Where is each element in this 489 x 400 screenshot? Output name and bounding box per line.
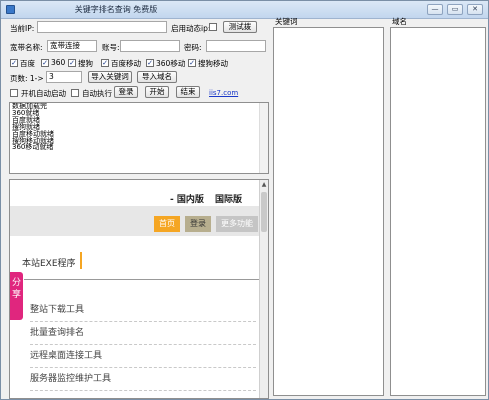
menu-item-site-download[interactable]: 整站下载工具 <box>30 299 256 322</box>
nav-domestic[interactable]: - 国内版 <box>170 192 204 205</box>
keywords-panel[interactable] <box>273 27 384 396</box>
share-tab[interactable]: 分享 <box>10 272 23 320</box>
engine-360-mobile-label: 360移动 <box>156 59 186 68</box>
engine-sogou-mobile-checkbox[interactable]: ✓ <box>188 59 196 67</box>
dynamic-ip-label: 启用动态ip: <box>171 24 211 33</box>
tab-login[interactable]: 登录 <box>185 216 211 232</box>
start-button[interactable]: 开始 <box>145 86 169 98</box>
site-program-heading: 本站EXE程序 <box>22 259 76 269</box>
embedded-browser: - 国内版 国际版 首页 登录 更多功能 本站EXE程序 分享 整站下载工具 批… <box>9 179 269 399</box>
account-label: 账号: <box>102 43 120 52</box>
tab-more[interactable]: 更多功能 <box>216 216 258 232</box>
engine-sogou-mobile-label: 搜狗移动 <box>198 59 228 68</box>
stop-button[interactable]: 结束 <box>176 86 200 98</box>
browser-scrollbar[interactable]: ▲ <box>259 180 268 398</box>
scroll-up-icon[interactable]: ▲ <box>260 181 268 190</box>
keywords-header: 关键词 <box>275 17 298 26</box>
tab-home[interactable]: 首页 <box>154 216 180 232</box>
test-dial-button[interactable]: 测试拨 <box>223 21 257 33</box>
scroll-thumb[interactable] <box>261 192 267 232</box>
account-field[interactable] <box>120 40 180 52</box>
engine-baidu-mobile-checkbox[interactable]: ✓ <box>101 59 109 67</box>
autostart-checkbox[interactable] <box>10 89 18 97</box>
dynamic-ip-checkbox[interactable] <box>209 23 217 31</box>
window-title: 关键字排名查询 免费版 <box>74 5 158 14</box>
nav-international[interactable]: 国际版 <box>215 192 242 205</box>
broadband-label: 宽带名称: <box>10 43 43 52</box>
main-window: 关键字排名查询 免费版 — ▭ ✕ 当前IP: 启用动态ip: 测试拨 宽带名称… <box>0 0 489 400</box>
pages-field[interactable]: 3 <box>46 71 82 83</box>
password-field[interactable] <box>206 40 266 52</box>
autorun-checkbox[interactable] <box>71 89 79 97</box>
engine-baidu-mobile-label: 百度移动 <box>111 59 141 68</box>
log-line: 360就绪 <box>12 108 40 117</box>
restore-button[interactable]: ▭ <box>447 4 463 15</box>
engine-sogou-checkbox[interactable]: ✓ <box>68 59 76 67</box>
engine-baidu-label: 百度 <box>20 59 35 68</box>
autostart-label: 开机自动启动 <box>21 89 66 98</box>
log-scrollbar[interactable] <box>259 103 268 173</box>
nav-band: 首页 登录 更多功能 <box>10 206 260 236</box>
domains-panel[interactable] <box>390 27 486 396</box>
close-button[interactable]: ✕ <box>467 4 483 15</box>
password-label: 密码: <box>184 43 202 52</box>
login-button[interactable]: 登录 <box>114 86 138 98</box>
import-domains-button[interactable]: 导入域名 <box>137 71 177 83</box>
pages-label: 页数: 1-> <box>10 74 44 83</box>
log-output[interactable]: 数据加载完 360就绪 百度就绪 搜狗就绪 百度移动就绪 搜狗移动就绪 360移… <box>9 102 269 174</box>
heading-marker <box>80 252 82 269</box>
autorun-label: 自动执行 <box>82 89 112 98</box>
domains-header: 域名 <box>392 17 407 26</box>
engine-sogou-label: 搜狗 <box>78 59 93 68</box>
engine-360-mobile-checkbox[interactable]: ✓ <box>146 59 154 67</box>
menu-item-server-monitor[interactable]: 服务器监控维护工具 <box>30 368 256 391</box>
current-ip-label: 当前IP: <box>10 24 35 33</box>
menu-item-remote-desktop[interactable]: 远程桌面连接工具 <box>30 345 256 368</box>
minimize-button[interactable]: — <box>427 4 443 15</box>
section-divider <box>24 279 260 280</box>
import-keywords-button[interactable]: 导入关键词 <box>88 71 132 83</box>
title-bar: 关键字排名查询 免费版 — ▭ ✕ <box>1 1 488 19</box>
current-ip-field[interactable] <box>37 21 167 33</box>
broadband-field[interactable]: 宽带连接 <box>47 40 97 52</box>
menu-item-batch-rank[interactable]: 批量查询排名 <box>30 322 256 345</box>
log-line: 360移动就绪 <box>12 143 54 152</box>
engine-360-label: 360 <box>51 58 66 67</box>
log-line: 百度就绪 <box>12 115 40 124</box>
site-link[interactable]: iis7.com <box>209 89 238 97</box>
engine-360-checkbox[interactable]: ✓ <box>41 59 49 67</box>
engine-baidu-checkbox[interactable]: ✓ <box>10 59 18 67</box>
log-line: 数据加载完 <box>12 102 47 110</box>
